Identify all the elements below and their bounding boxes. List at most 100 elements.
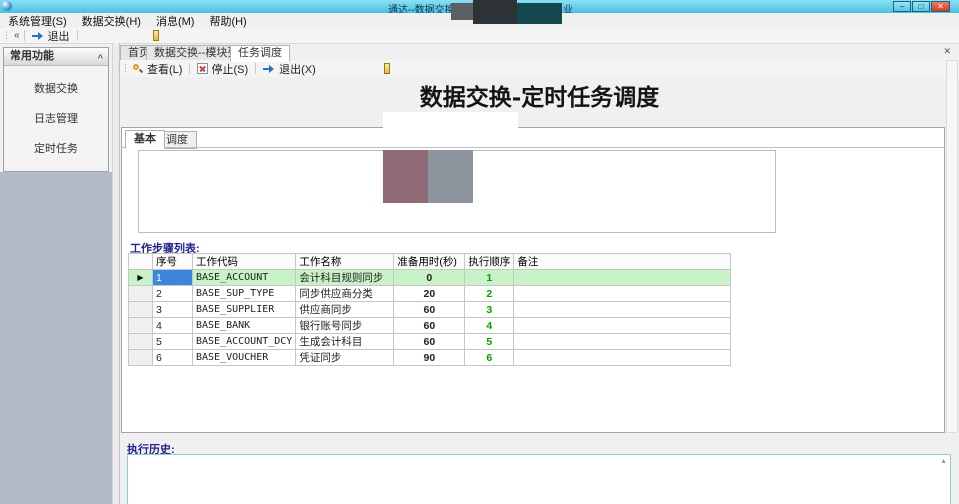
- top-toolbar: ⋮ « 退出: [0, 28, 959, 44]
- cell-name[interactable]: 生成会计科目: [296, 334, 394, 350]
- exit-button-label: 退出: [48, 28, 70, 44]
- exit-door-icon: [263, 63, 276, 75]
- history-textarea[interactable]: ▲: [127, 454, 951, 504]
- cell-order[interactable]: 4: [465, 318, 514, 334]
- cell-code[interactable]: BASE_SUPPLIER: [193, 302, 296, 318]
- cell-code[interactable]: BASE_VOUCHER: [193, 350, 296, 366]
- redaction-block: [473, 0, 517, 24]
- collapse-sidebar-icon[interactable]: «: [14, 30, 20, 41]
- table-row[interactable]: 2 BASE_SUP_TYPE 同步供应商分类 20 2: [129, 286, 731, 302]
- sidebar-item-timed-task[interactable]: 定时任务: [4, 140, 108, 156]
- page-exit-button-label: 退出(X): [279, 61, 316, 77]
- cell-no[interactable]: 5: [153, 334, 193, 350]
- tab-rule: [121, 147, 945, 148]
- tab-basic[interactable]: 基本: [125, 130, 165, 149]
- steps-table: 序号 工作代码 工作名称 准备用时(秒) 执行顺序 备注 ▶ 1 BASE_AC…: [128, 253, 731, 366]
- cell-order[interactable]: 5: [465, 334, 514, 350]
- table-row[interactable]: ▶ 1 BASE_ACCOUNT 会计科目规则同步 0 1: [129, 270, 731, 286]
- panel-collapse-icon[interactable]: ^: [98, 50, 103, 66]
- col-header-no[interactable]: 序号: [153, 254, 193, 270]
- cell-remark[interactable]: [514, 286, 731, 302]
- sidebar-item-log-manage[interactable]: 日志管理: [4, 110, 108, 126]
- maximize-button[interactable]: □: [912, 1, 930, 12]
- toolbar-separator: [189, 63, 190, 74]
- cell-code[interactable]: BASE_ACCOUNT_DCY: [193, 334, 296, 350]
- selector-header-cell: [129, 254, 153, 270]
- sidebar-header-label: 常用功能: [10, 50, 54, 62]
- cell-code[interactable]: BASE_ACCOUNT: [193, 270, 296, 286]
- col-header-code[interactable]: 工作代码: [193, 254, 296, 270]
- cell-no[interactable]: 3: [153, 302, 193, 318]
- cell-name[interactable]: 同步供应商分类: [296, 286, 394, 302]
- row-selector-cell: [129, 334, 153, 350]
- row-selector-cell: [129, 350, 153, 366]
- scroll-up-icon[interactable]: ▲: [940, 458, 947, 465]
- exit-door-icon: [32, 30, 45, 42]
- cell-prep[interactable]: 90: [394, 350, 465, 366]
- stop-button[interactable]: 停止(S): [194, 61, 251, 77]
- minimize-button[interactable]: –: [893, 1, 911, 12]
- cell-order[interactable]: 6: [465, 350, 514, 366]
- menu-item-system[interactable]: 系统管理(S): [8, 13, 67, 29]
- table-row[interactable]: 5 BASE_ACCOUNT_DCY 生成会计科目 60 5: [129, 334, 731, 350]
- tab-close-icon[interactable]: ✕: [943, 46, 951, 57]
- document-tabstrip: 首页 数据交换--模块列表 任务调度 ✕: [120, 44, 959, 61]
- table-row[interactable]: 3 BASE_SUPPLIER 供应商同步 60 3: [129, 302, 731, 318]
- page-exit-button[interactable]: 退出(X): [260, 61, 319, 77]
- col-header-prep[interactable]: 准备用时(秒): [394, 254, 465, 270]
- cell-remark[interactable]: [514, 302, 731, 318]
- vertical-scrollbar[interactable]: [946, 60, 958, 433]
- toolbar-separator: [255, 63, 256, 74]
- menu-item-message[interactable]: 消息(M): [156, 13, 195, 29]
- col-header-remark[interactable]: 备注: [514, 254, 731, 270]
- cell-prep[interactable]: 20: [394, 286, 465, 302]
- page-toolbar: ⋮ 查看(L) 停止(S) 退出(X): [120, 60, 959, 77]
- cell-remark[interactable]: [514, 270, 731, 286]
- cell-code[interactable]: BASE_SUP_TYPE: [193, 286, 296, 302]
- cell-remark[interactable]: [514, 334, 731, 350]
- exit-button[interactable]: 退出: [29, 28, 73, 44]
- cell-no[interactable]: 6: [153, 350, 193, 366]
- sidebar-header[interactable]: 常用功能 ^: [4, 48, 108, 66]
- cell-prep[interactable]: 60: [394, 318, 465, 334]
- cell-prep[interactable]: 0: [394, 270, 465, 286]
- cell-no[interactable]: 2: [153, 286, 193, 302]
- redaction-block: [383, 112, 518, 137]
- menu-item-exchange[interactable]: 数据交换(H): [82, 13, 141, 29]
- cell-order[interactable]: 2: [465, 286, 514, 302]
- row-selector-arrow-icon: ▶: [129, 270, 153, 286]
- stop-icon: [197, 63, 208, 74]
- redaction-block: [383, 150, 428, 203]
- splitter-handle[interactable]: ⋮: [112, 43, 120, 504]
- table-row[interactable]: 4 BASE_BANK 银行账号同步 60 4: [129, 318, 731, 334]
- cell-remark[interactable]: [514, 318, 731, 334]
- redaction-block: [428, 150, 473, 203]
- col-header-order[interactable]: 执行顺序: [465, 254, 514, 270]
- sidebar-item-data-exchange[interactable]: 数据交换: [4, 80, 108, 96]
- cell-prep[interactable]: 60: [394, 334, 465, 350]
- close-button[interactable]: ✕: [931, 1, 950, 12]
- row-selector-cell: [129, 302, 153, 318]
- application-window: 通达--数据交换平 业 – □ ✕ 系统管理(S) 数据交换(H) 消息(M) …: [0, 0, 959, 504]
- cell-name[interactable]: 凭证同步: [296, 350, 394, 366]
- cell-no[interactable]: 1: [153, 270, 193, 286]
- view-button[interactable]: 查看(L): [129, 61, 185, 77]
- cell-code[interactable]: BASE_BANK: [193, 318, 296, 334]
- cell-order[interactable]: 1: [465, 270, 514, 286]
- menu-item-help[interactable]: 帮助(H): [209, 13, 246, 29]
- col-header-name[interactable]: 工作名称: [296, 254, 394, 270]
- tab-task-schedule[interactable]: 任务调度: [230, 45, 290, 62]
- sidebar-background: [0, 172, 112, 504]
- redaction-block: [255, 195, 320, 205]
- cell-no[interactable]: 4: [153, 318, 193, 334]
- cell-prep[interactable]: 60: [394, 302, 465, 318]
- cell-name[interactable]: 会计科目规则同步: [296, 270, 394, 286]
- toolbar-separator: [77, 30, 78, 41]
- table-row[interactable]: 6 BASE_VOUCHER 凭证同步 90 6: [129, 350, 731, 366]
- cell-name[interactable]: 银行账号同步: [296, 318, 394, 334]
- redaction-block: [517, 3, 562, 24]
- cell-name[interactable]: 供应商同步: [296, 302, 394, 318]
- cell-remark[interactable]: [514, 350, 731, 366]
- cell-order[interactable]: 3: [465, 302, 514, 318]
- row-selector-cell: [129, 286, 153, 302]
